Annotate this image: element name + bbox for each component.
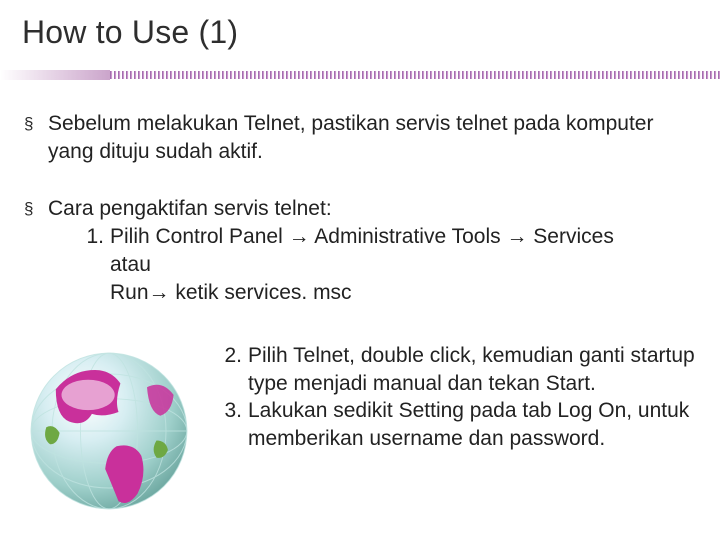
list-number: 3. (210, 397, 248, 452)
bullet-mark-icon: § (24, 110, 48, 165)
content-area: § Sebelum melakukan Telnet, pastikan ser… (24, 110, 696, 306)
list-item: 2. Pilih Telnet, double click, kemudian … (210, 342, 696, 397)
list-item: 3. Lakukan sedikit Setting pada tab Log … (210, 397, 696, 452)
list-text: Pilih Control Panel → Administrative Too… (110, 223, 696, 306)
slide-title: How to Use (1) (22, 14, 238, 51)
list-text: Pilih Telnet, double click, kemudian gan… (248, 342, 696, 397)
title-divider: (function(){ const svg=document.querySel… (0, 70, 720, 80)
globe-icon (14, 336, 204, 526)
bullet-item: § Cara pengaktifan servis telnet: 1. Pil… (24, 195, 696, 306)
numbered-list-continued: 2. Pilih Telnet, double click, kemudian … (210, 342, 696, 453)
bullet-text: Sebelum melakukan Telnet, pastikan servi… (48, 110, 696, 165)
dotted-bar-icon (110, 70, 720, 80)
list-text: Lakukan sedikit Setting pada tab Log On,… (248, 397, 696, 452)
numbered-list: 1. Pilih Control Panel → Administrative … (72, 223, 696, 306)
bullet-item: § Sebelum melakukan Telnet, pastikan ser… (24, 110, 696, 165)
list-item: 1. Pilih Control Panel → Administrative … (72, 223, 696, 306)
list-number: 1. (72, 223, 110, 306)
bullet-text: Cara pengaktifan servis telnet: (48, 195, 696, 223)
bullet-mark-icon: § (24, 195, 48, 306)
list-number: 2. (210, 342, 248, 397)
